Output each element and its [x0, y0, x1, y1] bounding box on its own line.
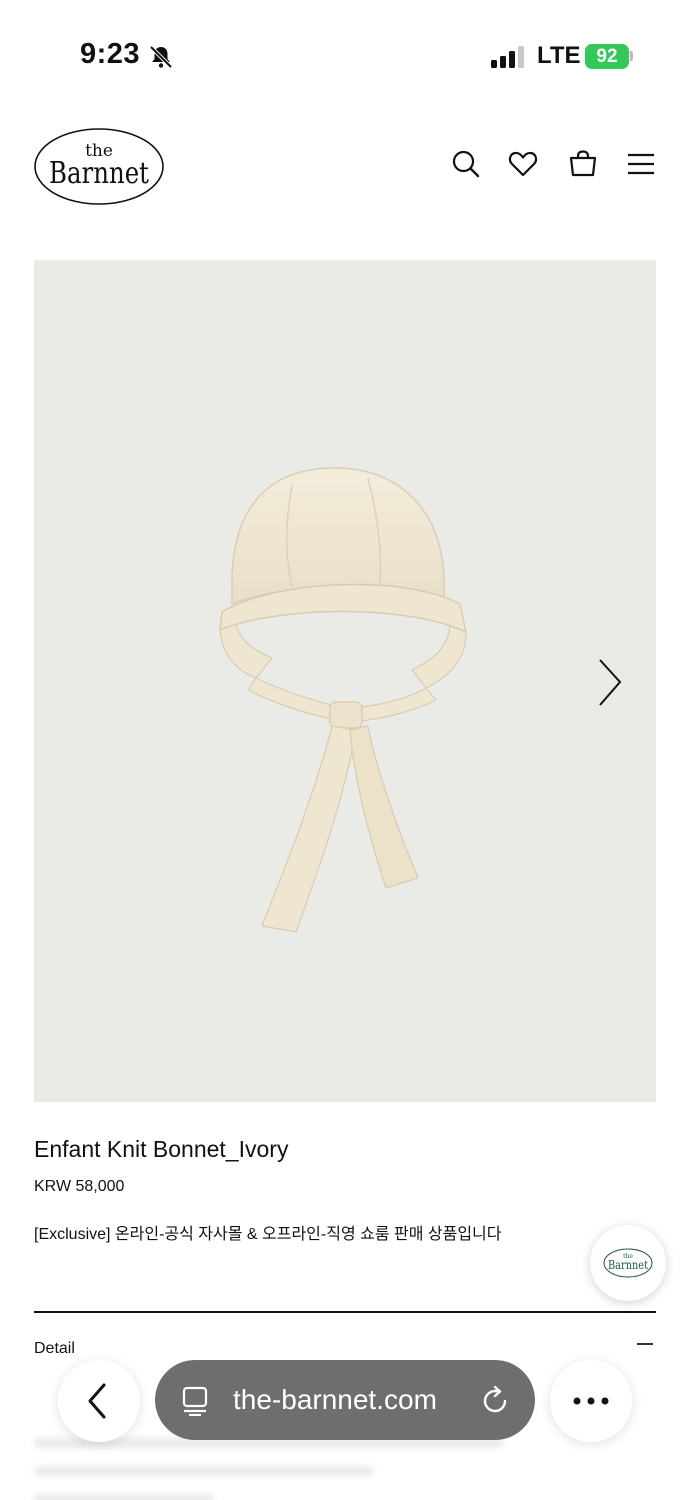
product-exclusive-note: [Exclusive] 온라인-공식 자사몰 & 오프라인-직영 쇼룸 판매 상…: [34, 1226, 502, 1243]
browser-address-bar[interactable]: the-barnnet.com: [155, 1360, 535, 1440]
battery-indicator: 92: [585, 44, 629, 69]
section-divider: [34, 1311, 656, 1313]
browser-more-button[interactable]: [550, 1360, 632, 1442]
reload-icon[interactable]: [481, 1384, 511, 1416]
detail-section-label[interactable]: Detail: [34, 1340, 75, 1358]
heart-icon[interactable]: [507, 148, 539, 180]
page-format-icon[interactable]: [181, 1386, 209, 1416]
menu-icon[interactable]: [625, 148, 657, 180]
status-time: 9:23: [80, 38, 141, 70]
logo-main-text: Barnnet: [49, 156, 149, 191]
cellular-signal-icon: [491, 46, 524, 68]
brand-logo[interactable]: the Barnnet: [33, 127, 166, 206]
search-icon[interactable]: [450, 148, 482, 180]
knit-bonnet-illustration: [219, 467, 468, 933]
browser-back-button[interactable]: [58, 1360, 140, 1442]
status-bar: 9:23 LTE 92: [0, 0, 690, 110]
bell-muted-icon: [149, 45, 173, 69]
network-type: LTE: [537, 42, 581, 69]
battery-nub: [630, 51, 633, 61]
badge-logo-main: Barnnet: [608, 1258, 648, 1272]
shopping-bag-icon[interactable]: [567, 148, 599, 180]
product-price: KRW 58,000: [34, 1178, 125, 1195]
product-image[interactable]: [34, 260, 656, 1102]
badge-logo-icon: the Barnnet: [603, 1248, 653, 1278]
next-image-arrow-icon[interactable]: [590, 655, 630, 710]
floating-brand-badge[interactable]: the Barnnet: [590, 1225, 666, 1301]
product-title: Enfant Knit Bonnet_Ivory: [34, 1136, 289, 1162]
url-text: the-barnnet.com: [233, 1384, 437, 1415]
detail-collapse-toggle[interactable]: [637, 1343, 653, 1345]
more-dots-icon: [573, 1397, 609, 1405]
chevron-left-icon: [88, 1383, 106, 1419]
